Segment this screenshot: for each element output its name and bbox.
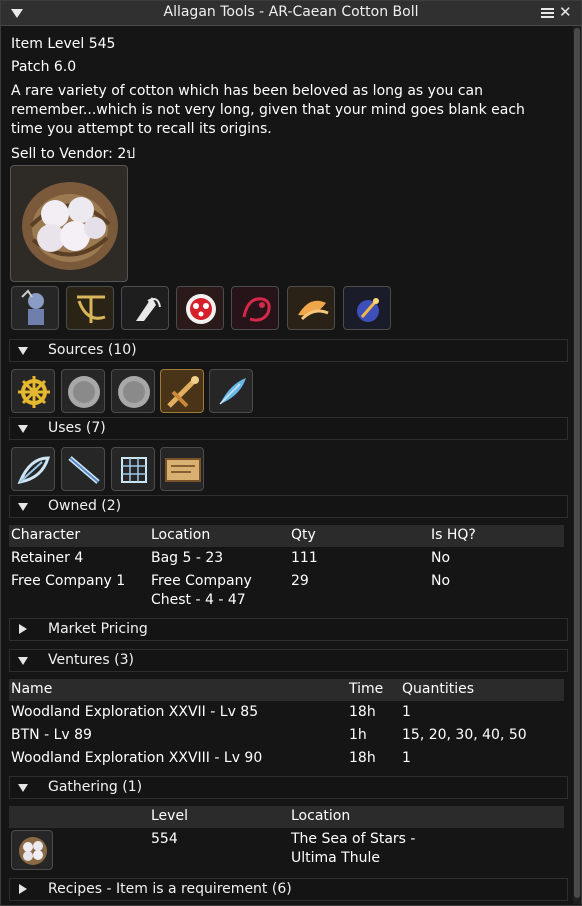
venture-time: 18h xyxy=(349,750,376,766)
column-header[interactable]: Location xyxy=(151,527,210,543)
uses-header[interactable]: Uses (7) xyxy=(9,417,568,440)
scrollbar-thumb[interactable] xyxy=(574,28,580,898)
market-pricing-header[interactable]: Market Pricing xyxy=(9,618,568,641)
owned-table-header xyxy=(9,525,564,547)
gathering-table-header xyxy=(9,806,564,828)
column-header[interactable]: Time xyxy=(349,681,383,697)
gathering-location: Ultima Thule xyxy=(291,850,380,866)
tools-icon[interactable] xyxy=(160,369,204,413)
column-header[interactable]: Quantities xyxy=(402,681,474,697)
gathering-label: Gathering (1) xyxy=(48,779,143,795)
column-header[interactable]: Level xyxy=(151,808,188,824)
column-header[interactable]: Character xyxy=(11,527,80,543)
owned-character: Free Company 1 xyxy=(11,573,126,589)
helm-icon[interactable] xyxy=(11,369,55,413)
expand-icon xyxy=(18,347,28,355)
window-title: Allagan Tools - AR-Caean Cotton Boll xyxy=(163,4,419,20)
item-description: A rare variety of cotton which has been … xyxy=(11,83,525,137)
sell-to-vendor: Sell to Vendor: 2ป xyxy=(11,146,136,162)
sources-header[interactable]: Sources (10) xyxy=(9,339,568,362)
owned-character: Retainer 4 xyxy=(11,550,84,566)
venture-time: 18h xyxy=(349,704,376,720)
expand-icon xyxy=(18,784,28,792)
scrollbar[interactable] xyxy=(573,26,581,904)
market-pricing-label: Market Pricing xyxy=(48,621,148,637)
cotton-boll-small-icon[interactable] xyxy=(11,830,53,870)
feather-leaf-icon[interactable] xyxy=(11,447,55,491)
menu-icon[interactable] xyxy=(541,8,554,19)
close-icon[interactable]: ✕ xyxy=(559,3,572,21)
column-header[interactable]: Name xyxy=(11,681,52,697)
recipes-label: Recipes - Item is a requirement (6) xyxy=(48,881,292,897)
botanist-icon[interactable] xyxy=(66,286,114,330)
expand-icon xyxy=(19,624,27,634)
owned-hq: No xyxy=(431,550,451,566)
expand-icon xyxy=(18,657,28,665)
owned-qty: 29 xyxy=(291,573,309,589)
sources-label: Sources (10) xyxy=(48,342,137,358)
ventures-table-header xyxy=(9,679,564,701)
recipes-header[interactable]: Recipes - Item is a requirement (6) xyxy=(9,878,568,901)
venture-name: BTN - Lv 89 xyxy=(11,727,92,743)
venture-time: 1h xyxy=(349,727,367,743)
moogle-icon[interactable] xyxy=(176,286,224,330)
venture-name: Woodland Exploration XXVIII - Lv 90 xyxy=(11,750,263,766)
owned-qty: 111 xyxy=(291,550,318,566)
expand-icon xyxy=(19,884,27,894)
gathering-header[interactable]: Gathering (1) xyxy=(9,776,568,799)
dragon-icon[interactable] xyxy=(231,286,279,330)
owned-header[interactable]: Owned (2) xyxy=(9,495,568,518)
fish-icon[interactable] xyxy=(287,286,335,330)
materia-icon[interactable] xyxy=(343,286,391,330)
venture-name: Woodland Exploration XXVII - Lv 85 xyxy=(11,704,259,720)
title-bar[interactable]: Allagan Tools - AR-Caean Cotton Boll ✕ xyxy=(1,1,581,26)
column-header[interactable]: Is HQ? xyxy=(431,527,476,543)
allagan-tools-window: Allagan Tools - AR-Caean Cotton Boll ✕ I… xyxy=(0,0,582,906)
owned-location: Chest - 4 - 47 xyxy=(151,592,246,608)
coin-icon[interactable] xyxy=(61,369,105,413)
venture-quantities: 1 xyxy=(402,704,411,720)
needle-icon[interactable] xyxy=(61,447,105,491)
weaver-icon[interactable] xyxy=(121,286,169,330)
item-patch: Patch 6.0 xyxy=(11,59,77,75)
owned-location: Bag 5 - 23 xyxy=(151,550,224,566)
item-level: Item Level 545 xyxy=(11,36,116,52)
owned-hq: No xyxy=(431,573,451,589)
venture-quantities: 15, 20, 30, 40, 50 xyxy=(402,727,527,743)
ventures-header[interactable]: Ventures (3) xyxy=(9,649,568,672)
net-icon[interactable] xyxy=(111,447,155,491)
feather-icon[interactable] xyxy=(209,369,253,413)
expand-icon xyxy=(18,503,28,511)
uses-label: Uses (7) xyxy=(48,420,106,436)
gathering-level: 554 xyxy=(151,831,178,847)
cotton-boll-image xyxy=(10,165,128,282)
expand-icon xyxy=(18,425,28,433)
venture-quantities: 1 xyxy=(402,750,411,766)
column-header[interactable]: Qty xyxy=(291,527,316,543)
retainer-icon[interactable] xyxy=(11,286,59,330)
coin-icon[interactable] xyxy=(111,369,155,413)
gathering-location: The Sea of Stars - xyxy=(291,831,416,847)
column-header[interactable]: Location xyxy=(291,808,350,824)
owned-label: Owned (2) xyxy=(48,498,122,514)
owned-location: Free Company xyxy=(151,573,252,589)
ventures-label: Ventures (3) xyxy=(48,652,134,668)
scroll-icon[interactable] xyxy=(160,447,204,491)
